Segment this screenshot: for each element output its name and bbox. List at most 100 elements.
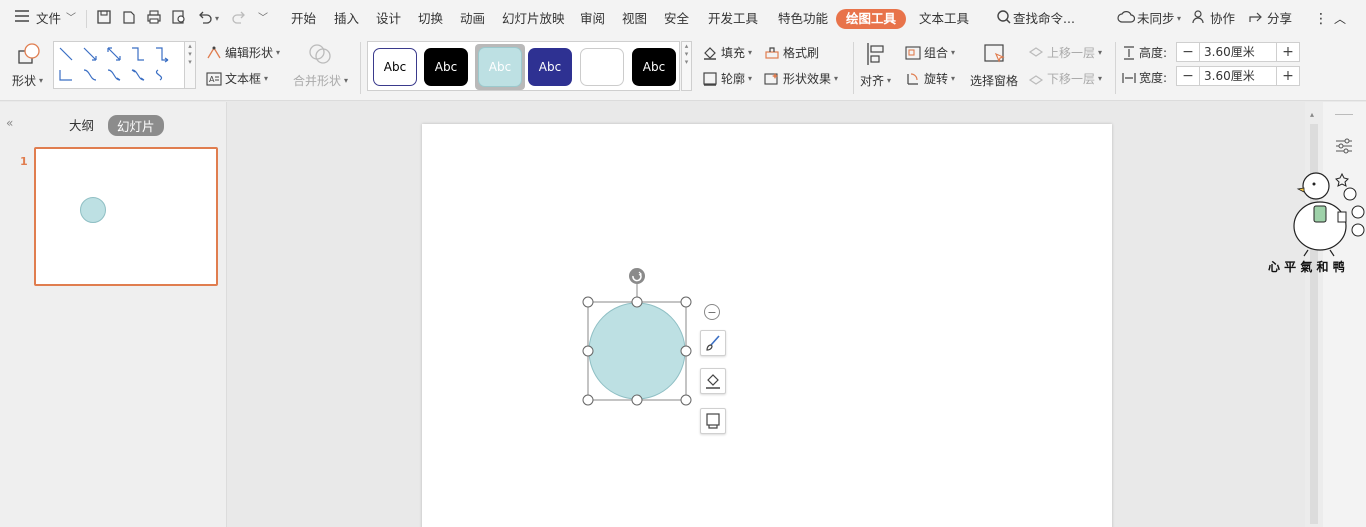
selection-pane-icon[interactable] [983, 42, 1007, 66]
tab-text-tools[interactable]: 文本工具 [919, 9, 969, 29]
customize-toolbar-icon[interactable]: ﹀ [258, 9, 268, 29]
group-button[interactable]: 组合 ▾ [905, 44, 955, 61]
collapse-panel-icon[interactable]: « [6, 116, 13, 130]
merge-shape-icon [308, 42, 332, 66]
tab-slides[interactable]: 幻灯片 [108, 115, 164, 136]
outline-button[interactable]: 轮廓 ▾ [702, 70, 752, 87]
shape-effect-button[interactable]: 形状效果 ▾ [764, 70, 838, 87]
shape-effect-label: 形状效果 [783, 72, 832, 86]
align-button[interactable]: 对齐 ▾ [860, 72, 891, 89]
tab-view[interactable]: 视图 [622, 9, 647, 29]
shape-button[interactable]: 形状 ▾ [12, 72, 43, 89]
tab-transition[interactable]: 切换 [418, 9, 443, 29]
selected-circle-shape[interactable] [422, 124, 1112, 527]
duck-sticker: 心 平 氣 和 鸭 [1264, 168, 1366, 278]
style-swatch-4[interactable]: Abc [528, 48, 572, 86]
tab-design[interactable]: 设计 [376, 9, 401, 29]
outline-icon [706, 413, 720, 429]
tab-slideshow[interactable]: 幻灯片放映 [502, 9, 565, 29]
rotate-icon [907, 72, 918, 85]
rotate-label: 旋转 [924, 72, 949, 86]
tab-outline[interactable]: 大纲 [69, 115, 94, 134]
shape-fill-quick-button[interactable] [700, 368, 726, 394]
tab-insert[interactable]: 插入 [334, 9, 359, 29]
outline-label: 轮廓 [721, 72, 746, 86]
save-icon[interactable] [96, 9, 112, 29]
style-swatch-3-label: Abc [478, 47, 522, 87]
shape-style-quick-button[interactable] [700, 330, 726, 356]
command-search[interactable]: 查找命令... [1013, 9, 1075, 29]
tab-home[interactable]: 开始 [291, 9, 316, 29]
rotate-button[interactable]: 旋转 ▾ [905, 70, 955, 87]
cloud-icon[interactable] [1117, 9, 1136, 29]
selection-pane-label: 选择窗格 [970, 74, 1019, 88]
style-gallery-scroll[interactable]: ▴ ▾ ▾ [681, 41, 692, 91]
slide-editing-area[interactable] [228, 102, 1305, 527]
connector-lines-icon[interactable] [54, 42, 184, 88]
share-button[interactable]: 分享 [1267, 9, 1292, 29]
slide-number: 1 [20, 155, 28, 168]
tab-special-features[interactable]: 特色功能 [778, 9, 828, 29]
user-icon[interactable] [1191, 9, 1207, 29]
width-spinner[interactable]: − 3.60厘米 + [1176, 66, 1300, 86]
collaborate-button[interactable]: 协作 [1210, 9, 1235, 29]
shape-gallery[interactable] [53, 41, 185, 89]
vertical-scrollbar[interactable]: ▴ [1305, 102, 1323, 527]
clipboard-icon[interactable] [121, 9, 137, 29]
width-input[interactable]: 3.60厘米 [1199, 67, 1277, 85]
selection-pane-button[interactable]: 选择窗格 [970, 72, 1018, 89]
height-decrement-button[interactable]: − [1177, 44, 1199, 60]
tab-animation[interactable]: 动画 [460, 9, 485, 29]
bring-forward-icon [1028, 46, 1044, 57]
height-spinner[interactable]: − 3.60厘米 + [1176, 42, 1300, 62]
hamburger-icon[interactable] [14, 9, 30, 29]
shape-label: 形状 [12, 74, 37, 88]
settings-sliders-icon[interactable] [1335, 138, 1353, 157]
width-decrement-button[interactable]: − [1177, 68, 1199, 84]
merge-shape-button[interactable]: 合并形状 ▾ [293, 72, 348, 89]
sync-status[interactable]: 未同步 [1137, 9, 1175, 29]
sync-dropdown-icon[interactable]: ▾ [1177, 9, 1181, 29]
shape-gallery-scroll[interactable]: ▴ ▾ ▾ [185, 41, 196, 89]
edit-shape-button[interactable]: 编辑形状 ▾ [206, 44, 280, 61]
shape-icon[interactable] [16, 42, 42, 66]
undo-icon[interactable] [197, 9, 213, 29]
style-swatch-2[interactable]: Abc [424, 48, 468, 86]
text-box-icon: A [206, 71, 222, 86]
collapse-ribbon-icon[interactable]: ︿ [1334, 9, 1346, 29]
fill-bucket-icon [706, 374, 720, 389]
style-swatch-6[interactable]: Abc [632, 48, 676, 86]
redo-icon[interactable] [231, 9, 247, 29]
tab-review[interactable]: 审阅 [580, 9, 605, 29]
send-backward-icon [1028, 74, 1044, 85]
edit-shape-label: 编辑形状 [225, 46, 274, 60]
scroll-up-icon[interactable]: ▴ [1310, 110, 1314, 119]
slide-canvas[interactable] [422, 124, 1112, 527]
print-preview-icon[interactable] [171, 9, 187, 29]
fill-button[interactable]: 填充 ▾ [702, 44, 752, 61]
search-icon[interactable] [996, 9, 1012, 29]
height-increment-button[interactable]: + [1277, 44, 1299, 60]
file-menu[interactable]: 文件 [36, 9, 61, 29]
format-painter-button[interactable]: 格式刷 [764, 44, 819, 61]
tab-security[interactable]: 安全 [664, 9, 689, 29]
style-swatch-1[interactable]: Abc [373, 48, 417, 86]
style-swatch-3-selected[interactable]: Abc [475, 44, 525, 90]
width-increment-button[interactable]: + [1277, 68, 1299, 84]
more-icon[interactable]: ⋮ [1314, 9, 1328, 29]
send-backward-button: 下移一层 ▾ [1028, 70, 1102, 87]
style-swatch-5[interactable] [580, 48, 624, 86]
tab-drawing-tools[interactable]: 绘图工具 [836, 9, 907, 29]
print-icon[interactable] [146, 9, 162, 29]
height-input[interactable]: 3.60厘米 [1199, 43, 1277, 61]
shape-style-gallery[interactable]: Abc Abc Abc Abc Abc [367, 41, 680, 91]
undo-dropdown-icon[interactable]: ▾ [215, 9, 219, 29]
shape-outline-quick-button[interactable] [700, 408, 726, 434]
align-icon[interactable] [866, 42, 888, 66]
tab-developer[interactable]: 开发工具 [708, 9, 758, 29]
chevron-down-icon[interactable]: ﹀ [66, 9, 76, 29]
slide-thumbnail-1[interactable] [34, 147, 218, 286]
share-icon[interactable] [1248, 9, 1264, 29]
text-box-button[interactable]: A 文本框 ▾ [206, 70, 268, 87]
collapse-quick-tools-icon[interactable]: − [704, 304, 720, 320]
